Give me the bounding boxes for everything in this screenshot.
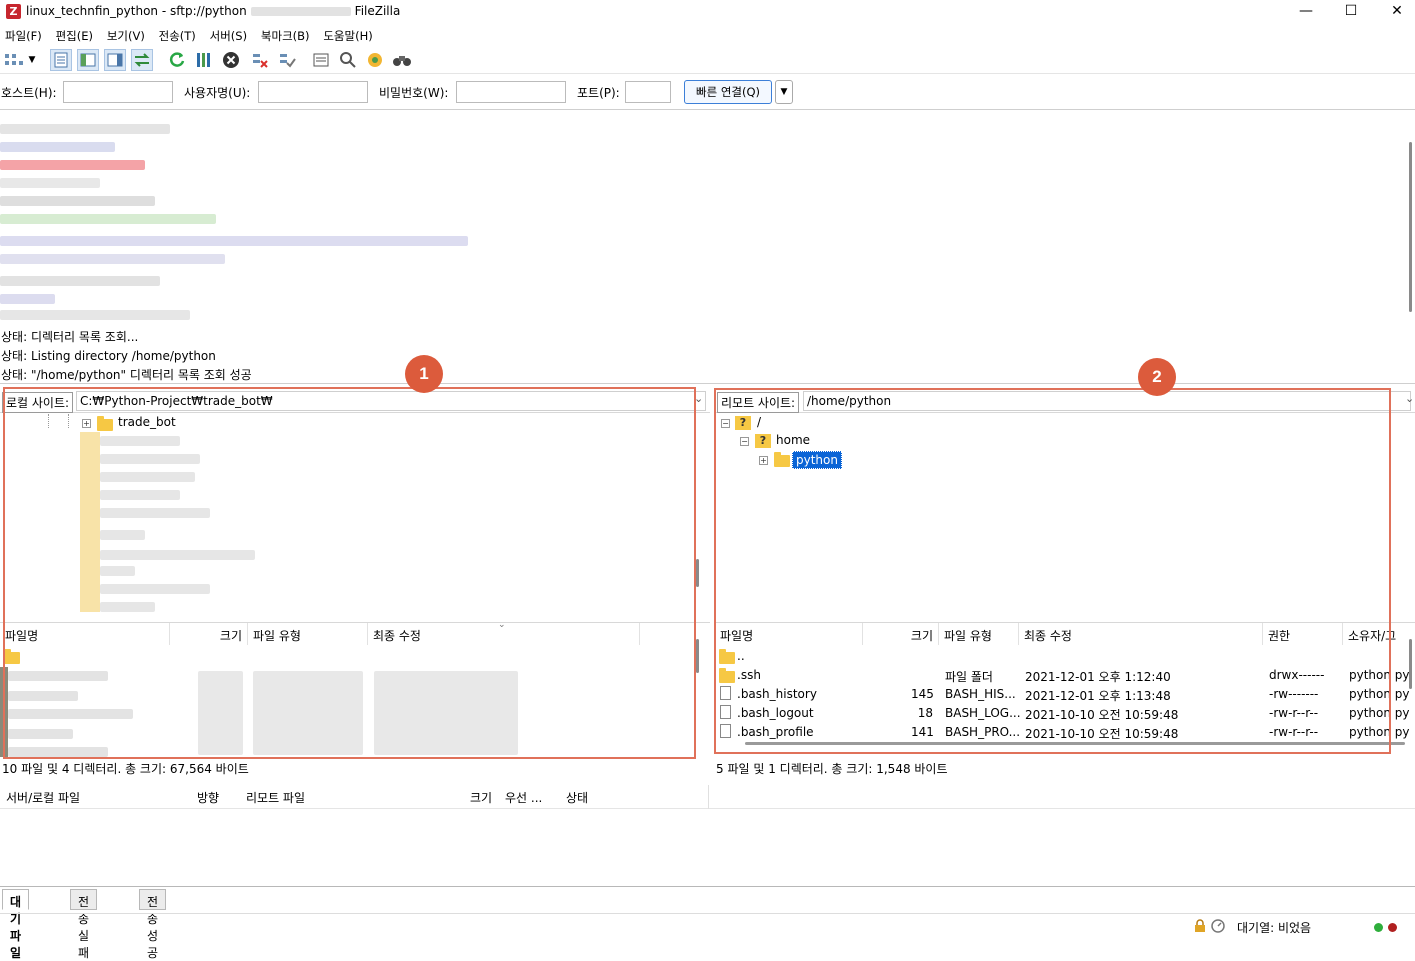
annotation-box-remote bbox=[714, 388, 1391, 754]
host-label: 호스트(H): bbox=[1, 86, 57, 100]
close-button[interactable]: ✕ bbox=[1374, 0, 1415, 24]
toggle-log-icon[interactable] bbox=[50, 49, 72, 71]
tab-failed-transfers[interactable]: 전송 실패 bbox=[70, 889, 98, 960]
activity-receive-icon bbox=[1388, 923, 1397, 932]
menu-help[interactable]: 도움말(H) bbox=[318, 25, 377, 47]
toolbar: ▼ bbox=[0, 46, 1415, 74]
sync-browsing-icon[interactable] bbox=[364, 49, 386, 71]
site-manager-dropdown-icon[interactable]: ▼ bbox=[25, 49, 39, 71]
quickconnect-dropdown-icon[interactable]: ▼ bbox=[775, 80, 793, 104]
redacted-log-line bbox=[0, 178, 100, 188]
queue-col-direction[interactable]: 방향 bbox=[197, 789, 219, 806]
menu-server[interactable]: 서버(S) bbox=[205, 25, 252, 47]
message-log: 상태: 디렉터리 목록 조회... 상태: Listing directory … bbox=[0, 112, 1415, 384]
redacted-log-line bbox=[0, 276, 160, 286]
redacted-log-line bbox=[0, 196, 155, 206]
redacted-log-line bbox=[0, 254, 225, 264]
local-status: 10 파일 및 4 디렉터리. 총 크기: 67,564 바이트 bbox=[2, 762, 249, 776]
remote-list-scrollbar[interactable] bbox=[1409, 639, 1412, 689]
log-line: 상태: Listing directory /home/python bbox=[1, 349, 216, 363]
redacted-log-line bbox=[0, 236, 468, 246]
tab-successful-transfers[interactable]: 전송 성공 bbox=[139, 889, 167, 960]
toggle-remote-tree-icon[interactable] bbox=[104, 49, 126, 71]
queue-col-status[interactable]: 상태 bbox=[566, 789, 588, 806]
toggle-local-tree-icon[interactable] bbox=[77, 49, 99, 71]
minimize-button[interactable]: — bbox=[1283, 0, 1329, 24]
window-title: linux_technfin_python - sftp://python Fil… bbox=[26, 4, 400, 18]
activity-send-icon bbox=[1374, 923, 1383, 932]
site-manager-icon[interactable] bbox=[3, 49, 25, 71]
tab-queued-files[interactable]: 대기 파일 bbox=[2, 889, 30, 960]
menu-file[interactable]: 파일(F) bbox=[0, 25, 47, 47]
lock-icon bbox=[1193, 919, 1207, 936]
queue-col-remote[interactable]: 리모트 파일 bbox=[246, 789, 305, 806]
queue-status-text: 대기열: 비었음 bbox=[1237, 921, 1312, 935]
quickconnect-button[interactable]: 빠른 연결(Q) bbox=[684, 80, 772, 104]
remote-path-dropdown-icon[interactable]: ⌄ bbox=[1405, 392, 1414, 405]
find-files-binoculars-icon[interactable] bbox=[391, 49, 413, 71]
toggle-queue-icon[interactable] bbox=[131, 49, 153, 71]
password-input[interactable] bbox=[456, 81, 566, 103]
directory-filter-icon[interactable] bbox=[310, 49, 332, 71]
remote-status: 5 파일 및 1 디렉터리. 총 크기: 1,548 바이트 bbox=[716, 762, 948, 776]
speed-limit-icon bbox=[1211, 919, 1225, 936]
reconnect-icon[interactable] bbox=[276, 49, 298, 71]
log-line: 상태: 디렉터리 목록 조회... bbox=[1, 330, 139, 344]
menu-bookmarks[interactable]: 북마크(B) bbox=[256, 25, 315, 47]
process-queue-icon[interactable] bbox=[193, 49, 215, 71]
filezilla-logo-icon: Z bbox=[6, 4, 21, 19]
annotation-box-local bbox=[3, 387, 696, 759]
menu-edit[interactable]: 편집(E) bbox=[51, 25, 98, 47]
menu-bar: 파일(F) 편집(E) 보기(V) 전송(T) 서버(S) 북마크(B) 도움말… bbox=[0, 25, 1415, 45]
cancel-operation-icon[interactable] bbox=[220, 49, 242, 71]
queue-col-priority[interactable]: 우선 ... bbox=[505, 789, 542, 806]
redacted-log-line bbox=[0, 160, 145, 170]
local-list-scrollbar[interactable] bbox=[696, 639, 699, 673]
menu-view[interactable]: 보기(V) bbox=[102, 25, 150, 47]
search-icon[interactable] bbox=[337, 49, 359, 71]
host-input[interactable] bbox=[63, 81, 173, 103]
port-input[interactable] bbox=[625, 81, 671, 103]
window-title-app: FileZilla bbox=[354, 4, 401, 18]
redacted-host bbox=[250, 7, 351, 16]
username-input[interactable] bbox=[258, 81, 368, 103]
refresh-icon[interactable] bbox=[166, 49, 188, 71]
status-bar: 대기열: 비었음 bbox=[0, 913, 1415, 937]
log-line: 상태: "/home/python" 디렉터리 목록 조회 성공 bbox=[1, 368, 252, 382]
redacted-log-line bbox=[0, 142, 115, 152]
quickconnect-bar: 호스트(H): 사용자명(U): 비밀번호(W): 포트(P): 빠른 연결(Q… bbox=[0, 76, 1415, 110]
redacted-log-line bbox=[0, 310, 190, 320]
annotation-badge-2: 2 bbox=[1138, 358, 1176, 396]
annotation-badge-1: 1 bbox=[405, 355, 443, 393]
redacted-log-line bbox=[0, 124, 170, 134]
queue-col-size[interactable]: 크기 bbox=[470, 789, 492, 806]
username-label: 사용자명(U): bbox=[184, 86, 251, 100]
queue-divider bbox=[0, 886, 1415, 887]
redacted-log-line bbox=[0, 214, 216, 224]
maximize-button[interactable]: ☐ bbox=[1328, 0, 1374, 24]
queue-col-server-local[interactable]: 서버/로컬 파일 bbox=[6, 789, 80, 806]
title-bar: Z linux_technfin_python - sftp://python F… bbox=[0, 0, 1415, 24]
password-label: 비밀번호(W): bbox=[379, 86, 449, 100]
redacted-log-line bbox=[0, 294, 55, 304]
transfer-queue-header: 서버/로컬 파일 방향 리모트 파일 크기 우선 ... 상태 bbox=[0, 785, 1415, 809]
disconnect-icon[interactable] bbox=[249, 49, 271, 71]
port-label: 포트(P): bbox=[577, 86, 620, 100]
local-tree-scrollbar[interactable] bbox=[696, 559, 699, 587]
window-title-text: linux_technfin_python - sftp://python bbox=[26, 4, 247, 18]
log-scrollbar[interactable] bbox=[1409, 142, 1412, 312]
menu-transfer[interactable]: 전송(T) bbox=[154, 25, 201, 47]
